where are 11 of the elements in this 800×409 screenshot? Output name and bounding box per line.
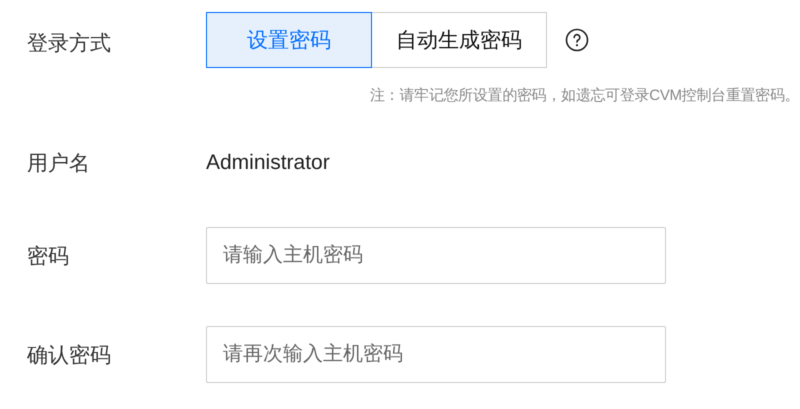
help-icon[interactable]: [565, 28, 589, 52]
note-text: 注：请牢记您所设置的密码，如遗忘可登录CVM控制台重置密码。: [370, 86, 800, 105]
field-label: 用户名: [27, 151, 91, 177]
field-label: 密码: [27, 244, 70, 270]
password-field[interactable]: 请输入主机密码: [206, 227, 666, 284]
field-label: 登录方式: [27, 31, 112, 57]
username-value: Administrator: [206, 151, 330, 175]
option-button[interactable]: 自动生成密码: [372, 12, 547, 68]
field-label: 确认密码: [27, 342, 112, 368]
confirm-password-field[interactable]: 请再次输入主机密码: [206, 326, 666, 383]
option-button[interactable]: 设置密码: [206, 12, 372, 68]
